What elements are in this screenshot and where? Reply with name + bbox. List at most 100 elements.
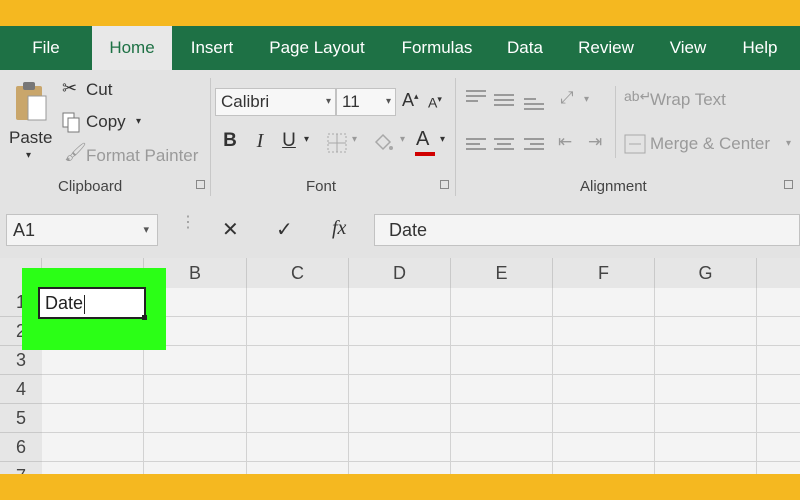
- grid-cell[interactable]: [42, 346, 144, 375]
- tab-formulas[interactable]: Formulas: [390, 26, 484, 70]
- insert-function-icon[interactable]: fx: [332, 217, 346, 240]
- bold-button[interactable]: B: [220, 130, 240, 152]
- grid-cell[interactable]: [247, 433, 349, 462]
- grid-cell[interactable]: [553, 375, 655, 404]
- fill-handle[interactable]: [142, 315, 147, 320]
- tab-data[interactable]: Data: [498, 26, 552, 70]
- grid-cell[interactable]: [451, 375, 553, 404]
- orientation-icon[interactable]: ⤢: [560, 88, 574, 108]
- grid-cell[interactable]: [42, 404, 144, 433]
- grid-cell[interactable]: [655, 404, 757, 433]
- name-box[interactable]: A1 ▾: [6, 214, 158, 246]
- borders-icon[interactable]: [326, 132, 348, 154]
- paste-button[interactable]: Paste ▾: [6, 78, 54, 170]
- grid-cell[interactable]: [553, 462, 655, 474]
- grid-cell[interactable]: [247, 346, 349, 375]
- copy-button[interactable]: Copy ▾: [62, 110, 152, 136]
- grid-cell[interactable]: [757, 346, 800, 375]
- grid-cell[interactable]: [553, 404, 655, 433]
- tab-help[interactable]: Help: [732, 26, 788, 70]
- grid-cell[interactable]: [451, 346, 553, 375]
- grid-cell[interactable]: [757, 288, 800, 317]
- clipboard-launcher-icon[interactable]: [196, 180, 205, 189]
- grid-cell[interactable]: [655, 346, 757, 375]
- column-header[interactable]: F: [553, 258, 655, 288]
- grid-cell[interactable]: [451, 317, 553, 346]
- column-header[interactable]: G: [655, 258, 757, 288]
- grid-cell[interactable]: [247, 375, 349, 404]
- grid-cell[interactable]: [655, 288, 757, 317]
- grid-cell[interactable]: [655, 433, 757, 462]
- bottom-align-icon[interactable]: [524, 98, 544, 113]
- align-center-icon[interactable]: [494, 138, 514, 153]
- grid-cell[interactable]: [655, 317, 757, 346]
- decrease-indent-icon[interactable]: ⇤: [558, 132, 572, 152]
- column-header[interactable]: D: [349, 258, 451, 288]
- grid-cell[interactable]: [247, 317, 349, 346]
- alignment-launcher-icon[interactable]: [784, 180, 793, 189]
- font-size-combo[interactable]: 11 ▾: [336, 88, 396, 116]
- grid-cell[interactable]: [451, 433, 553, 462]
- grid-cell[interactable]: [757, 375, 800, 404]
- column-header[interactable]: C: [247, 258, 349, 288]
- font-color-button[interactable]: A: [414, 128, 436, 158]
- grid-cell[interactable]: [144, 346, 247, 375]
- grid-cell[interactable]: [757, 433, 800, 462]
- merge-center-button[interactable]: Merge & Center ▾: [624, 132, 800, 158]
- fill-color-dropdown-icon[interactable]: ▾: [400, 134, 405, 145]
- active-cell-a1[interactable]: Date: [38, 287, 147, 320]
- grid-cell[interactable]: [42, 375, 144, 404]
- grid-cell[interactable]: [42, 462, 144, 474]
- column-header[interactable]: E: [451, 258, 553, 288]
- underline-button[interactable]: U: [280, 130, 298, 152]
- grid-cell[interactable]: [349, 462, 451, 474]
- grid-cell[interactable]: [247, 288, 349, 317]
- row-header[interactable]: 5: [0, 404, 42, 433]
- enter-icon[interactable]: ✓: [276, 217, 293, 242]
- grid-cell[interactable]: [349, 288, 451, 317]
- grid-cell[interactable]: [553, 433, 655, 462]
- font-name-combo[interactable]: Calibri ▾: [215, 88, 336, 116]
- row-header[interactable]: 3: [0, 346, 42, 375]
- grid-cell[interactable]: [349, 404, 451, 433]
- row-header[interactable]: 7: [0, 462, 42, 474]
- grid-cell[interactable]: [349, 375, 451, 404]
- grid-cell[interactable]: [144, 375, 247, 404]
- orientation-dropdown-icon[interactable]: ▾: [584, 94, 589, 105]
- align-left-icon[interactable]: [466, 138, 486, 153]
- grid-cell[interactable]: [247, 462, 349, 474]
- grid-cell[interactable]: [349, 433, 451, 462]
- grid-cell[interactable]: [655, 462, 757, 474]
- grid-cell[interactable]: [247, 404, 349, 433]
- wrap-text-button[interactable]: ab↵ Wrap Text: [624, 88, 744, 114]
- tab-file[interactable]: File: [18, 26, 74, 70]
- grid-cell[interactable]: [144, 404, 247, 433]
- grid-cell[interactable]: [42, 433, 144, 462]
- italic-button[interactable]: I: [252, 130, 268, 153]
- increase-indent-icon[interactable]: ⇥: [588, 132, 602, 152]
- format-painter-button[interactable]: 🖌 Format Painter: [62, 142, 208, 168]
- tab-review[interactable]: Review: [568, 26, 644, 70]
- grid-cell[interactable]: [757, 404, 800, 433]
- cut-button[interactable]: ✂ Cut: [62, 78, 132, 104]
- font-launcher-icon[interactable]: [440, 180, 449, 189]
- tab-page-layout[interactable]: Page Layout: [258, 26, 376, 70]
- grid-cell[interactable]: [553, 288, 655, 317]
- grid-cell[interactable]: [757, 317, 800, 346]
- formula-input[interactable]: Date: [374, 214, 800, 246]
- grid-cell[interactable]: [757, 462, 800, 474]
- top-align-icon[interactable]: [466, 90, 486, 105]
- tab-home[interactable]: Home: [92, 26, 172, 70]
- grid-cell[interactable]: [349, 317, 451, 346]
- grid-cell[interactable]: [655, 375, 757, 404]
- grid-cell[interactable]: [451, 404, 553, 433]
- row-header[interactable]: 4: [0, 375, 42, 404]
- column-header[interactable]: [757, 258, 800, 288]
- font-color-dropdown-icon[interactable]: ▾: [440, 134, 445, 145]
- grid-cell[interactable]: [349, 346, 451, 375]
- fill-color-icon[interactable]: [372, 132, 394, 154]
- worksheet-grid[interactable]: B C D E F G 1 2 3 4 5 6 7 Date: [0, 258, 800, 474]
- grid-cell[interactable]: [553, 317, 655, 346]
- grid-cell[interactable]: [451, 288, 553, 317]
- drag-handle-icon[interactable]: ⋮: [180, 215, 196, 231]
